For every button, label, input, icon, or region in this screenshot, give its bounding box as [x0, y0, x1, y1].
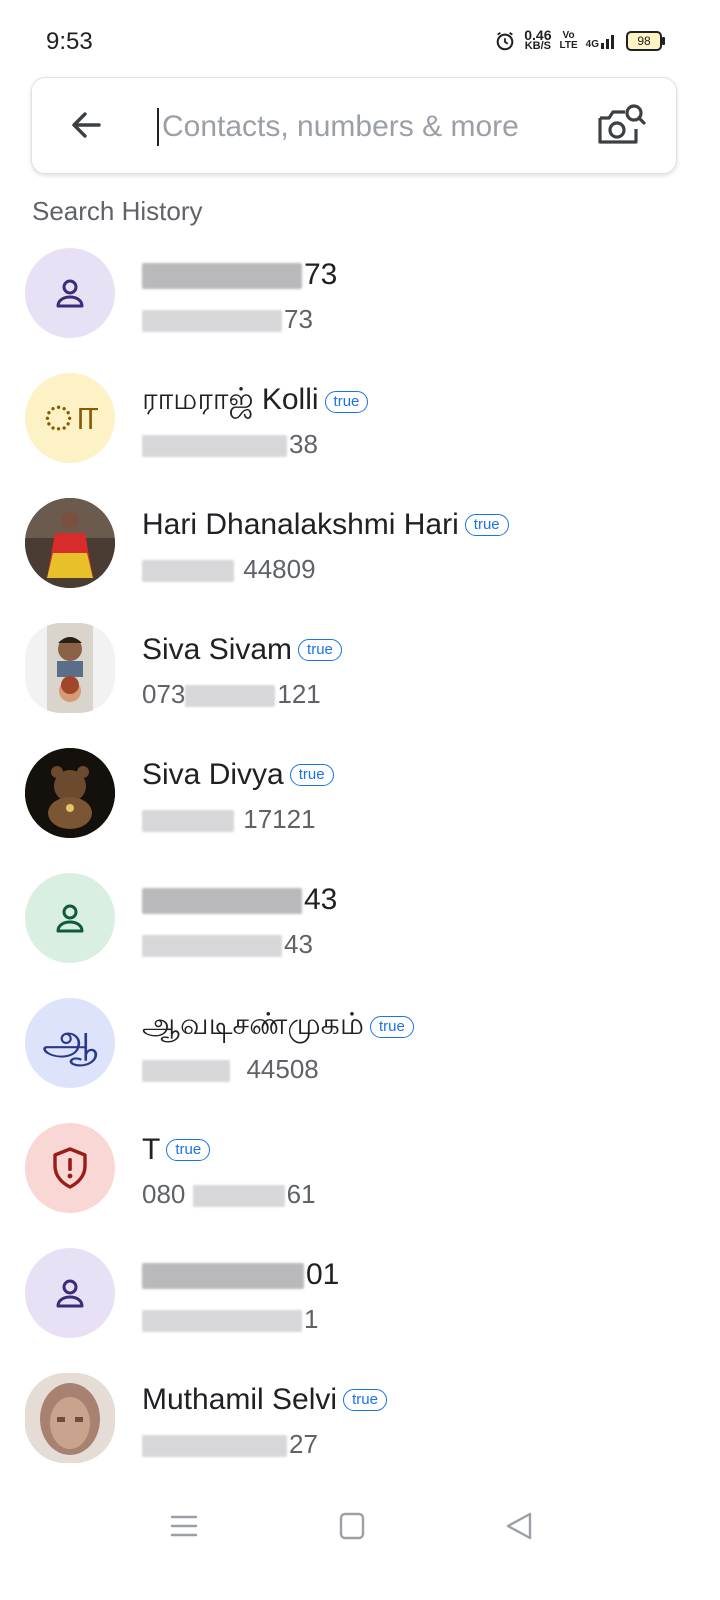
list-item[interactable]: Muthamil Selvi true 27	[0, 1355, 720, 1480]
contact-number: 1	[142, 1304, 318, 1335]
signal-bars-icon	[601, 35, 614, 49]
avatar	[25, 873, 115, 963]
contact-name: 01	[142, 1258, 339, 1292]
avatar-letter: ா	[41, 390, 99, 439]
avatar	[25, 748, 115, 838]
status-badge: true	[289, 764, 334, 786]
contact-name-line: ராமராஜ் Kolli true	[142, 383, 369, 421]
back-arrow-icon[interactable]	[66, 105, 106, 145]
person-icon	[56, 904, 84, 933]
back-triangle-icon[interactable]	[500, 1508, 540, 1544]
list-item[interactable]: Siva Divya true 17121	[0, 730, 720, 855]
list-item[interactable]: 73 73	[0, 230, 720, 355]
avatar: ா	[25, 373, 115, 463]
status-badge: true	[324, 391, 369, 413]
contact-photo	[47, 623, 93, 713]
list-item[interactable]: 43 43	[0, 855, 720, 980]
alarm-icon	[496, 31, 514, 51]
contact-number: 17121	[142, 804, 316, 835]
avatar	[25, 248, 115, 338]
status-bar: 9:53 0.46 KB/S Vo LTE 4G 98	[0, 0, 720, 80]
battery-indicator: 98	[626, 31, 665, 51]
search-bar	[31, 77, 677, 174]
status-badge: true	[464, 514, 509, 536]
contact-name: 73	[142, 258, 337, 292]
contact-name-line: Muthamil Selvi true	[142, 1383, 387, 1417]
network-type: 4G	[585, 39, 599, 50]
contact-photo	[25, 498, 115, 588]
list-item[interactable]: 01 1	[0, 1230, 720, 1355]
contact-name-line: 43	[142, 883, 337, 917]
signal-icon: 4G	[586, 32, 618, 50]
home-square-icon[interactable]	[332, 1508, 372, 1544]
text-cursor	[157, 108, 159, 146]
volte-bottom: LTE	[559, 40, 578, 51]
contact-name: 43	[142, 883, 337, 917]
avatar: ஆ	[25, 998, 115, 1088]
status-badge: true	[298, 639, 342, 661]
search-history-heading: Search History	[32, 196, 203, 226]
contact-name: ஆவடிசண்முகம்	[142, 1008, 364, 1041]
contact-name-line: Siva Sivam true	[142, 633, 342, 667]
contact-number: 43	[142, 929, 313, 960]
contact-name: ராமராஜ் Kolli	[142, 383, 319, 416]
contact-number: 080 61	[142, 1179, 316, 1209]
shield-icon	[53, 1147, 87, 1189]
contact-name-line: Hari Dhanalakshmi Hari true	[142, 508, 509, 542]
list-item[interactable]: Hari Dhanalakshmi Hari true 44809	[0, 480, 720, 605]
search-input[interactable]	[160, 100, 584, 154]
person-icon	[56, 279, 84, 308]
avatar	[25, 623, 115, 713]
contact-number: 073 121	[142, 679, 321, 709]
status-badge: true	[369, 1016, 414, 1038]
list-item[interactable]: ஆ ஆவடிசண்முகம் true 44508	[0, 980, 720, 1105]
menu-icon[interactable]	[164, 1508, 204, 1544]
list-item[interactable]: Siva Sivam true 073 121	[0, 605, 720, 730]
camera-search-icon[interactable]	[596, 102, 646, 148]
network-speed: 0.46 KB/S	[524, 28, 552, 52]
avatar	[25, 1248, 115, 1338]
contact-number: 44809	[142, 554, 316, 585]
avatar	[25, 498, 115, 588]
contact-name-line: T true	[142, 1133, 211, 1167]
status-badge: true	[343, 1389, 387, 1411]
contact-name: Siva Divya	[142, 758, 284, 791]
contact-photo	[25, 1373, 115, 1463]
list-item[interactable]: T true 080 61	[0, 1105, 720, 1230]
contact-number: 73	[142, 304, 313, 335]
contact-number: 44508	[142, 1054, 319, 1085]
avatar	[25, 1123, 115, 1213]
speed-unit: KB/S	[524, 40, 552, 52]
contact-name: T	[142, 1133, 161, 1166]
avatar	[25, 1373, 115, 1463]
status-icons: 0.46 KB/S Vo LTE 4G 98	[494, 28, 665, 52]
status-badge: true	[166, 1139, 211, 1161]
system-nav-bar	[0, 1490, 720, 1560]
contact-name: Muthamil Selvi	[142, 1383, 338, 1416]
contact-name-line: Siva Divya true	[142, 758, 334, 792]
avatar-letter: ஆ	[42, 1015, 98, 1064]
contact-number: 38	[142, 429, 318, 460]
contact-name: Siva Sivam	[142, 633, 293, 666]
contact-photo	[25, 748, 115, 838]
list-item[interactable]: ா ராமராஜ் Kolli true 38	[0, 355, 720, 480]
person-icon	[56, 1279, 84, 1308]
contact-name-line: 01	[142, 1258, 339, 1292]
contact-name-line: 73	[142, 258, 337, 292]
contact-name: Hari Dhanalakshmi Hari	[142, 508, 459, 541]
contact-number: 27	[142, 1429, 318, 1460]
contact-name-line: ஆவடிசண்முகம் true	[142, 1008, 414, 1046]
volte-indicator: Vo LTE	[560, 31, 578, 51]
status-time: 9:53	[46, 28, 93, 55]
